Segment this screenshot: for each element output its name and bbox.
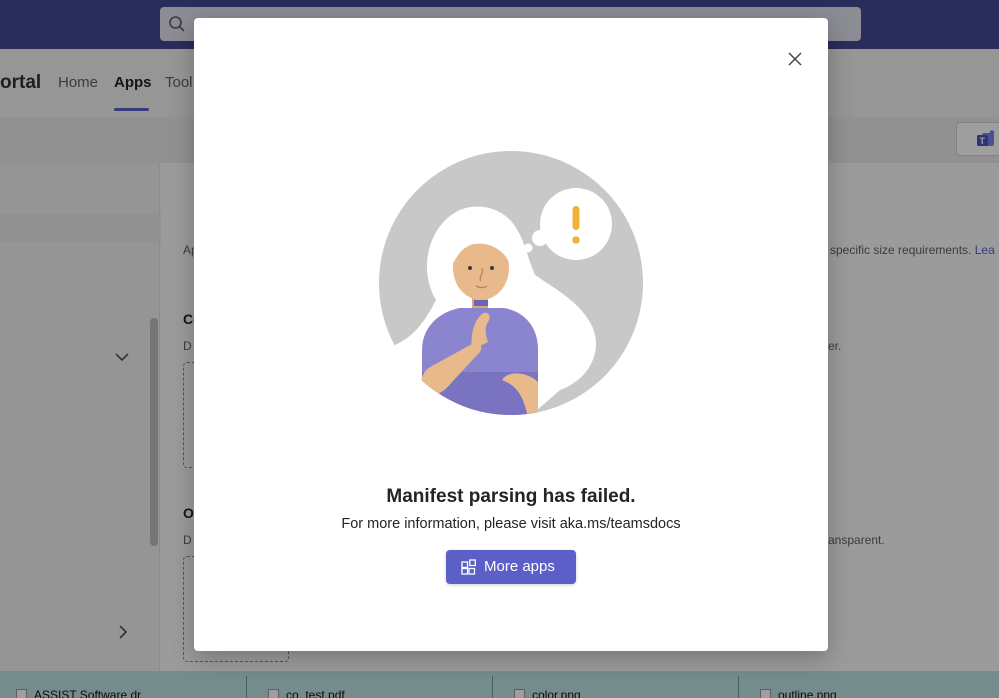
close-icon[interactable] [784, 48, 806, 70]
dialog-title: Manifest parsing has failed. [386, 486, 636, 507]
more-apps-button[interactable]: More apps [446, 550, 576, 584]
exclamation-icon [572, 206, 580, 230]
more-apps-label: More apps [484, 558, 555, 575]
dialog-subtitle: For more information, please visit aka.m… [341, 516, 681, 532]
error-illustration [379, 151, 643, 415]
apps-icon [461, 559, 476, 575]
error-dialog: Manifest parsing has failed. For more in… [194, 18, 828, 651]
